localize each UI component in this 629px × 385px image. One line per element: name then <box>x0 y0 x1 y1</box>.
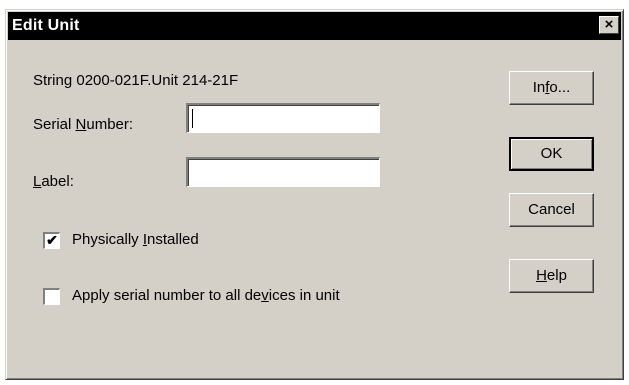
unit-info-text: String 0200-021F.Unit 214-21F <box>33 72 239 89</box>
help-button[interactable]: Help <box>509 259 594 293</box>
edit-unit-dialog: Edit Unit × String 0200-021F.Unit 214-21… <box>5 9 624 380</box>
physically-installed-label[interactable]: Physically Installed <box>72 231 199 248</box>
label-field[interactable] <box>186 157 380 187</box>
serial-number-field[interactable] <box>186 103 380 133</box>
title-bar[interactable]: Edit Unit × <box>8 12 621 40</box>
ok-button[interactable]: OK <box>509 137 594 171</box>
checkmark-icon: ✔ <box>46 232 58 248</box>
apply-serial-checkbox[interactable] <box>43 288 60 305</box>
dialog-title: Edit Unit <box>12 17 80 34</box>
cancel-button[interactable]: Cancel <box>509 193 594 227</box>
close-button[interactable]: × <box>599 16 619 34</box>
label-field-label: Label: <box>33 173 74 190</box>
text-caret <box>192 109 193 128</box>
serial-number-label: Serial Number: <box>33 116 134 133</box>
close-icon: × <box>604 16 614 33</box>
info-button[interactable]: Info... <box>509 71 594 105</box>
apply-serial-label[interactable]: Apply serial number to all devices in un… <box>72 287 340 304</box>
physically-installed-checkbox[interactable]: ✔ <box>43 232 60 249</box>
